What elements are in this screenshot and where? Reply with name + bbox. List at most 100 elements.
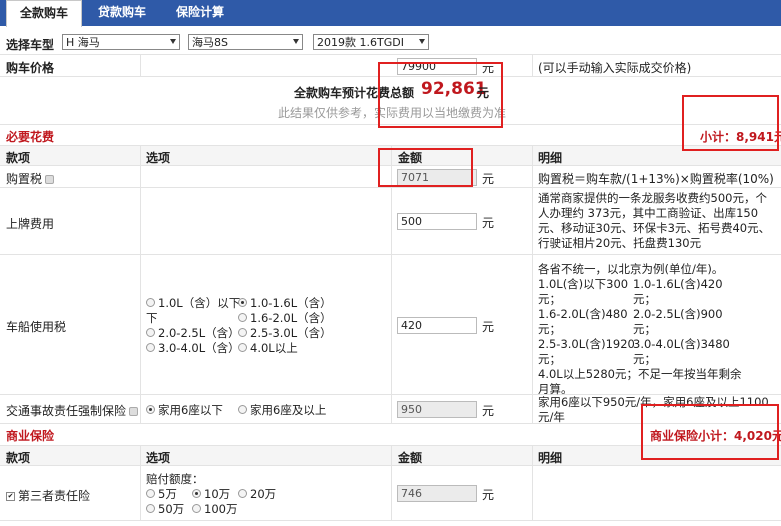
divider: [532, 166, 533, 187]
tab-loan[interactable]: 贷款购车: [86, 0, 158, 26]
coverage-options: 赔付额度： 5万 10万 20万 50万 100万: [146, 472, 386, 517]
vessel-tax-input[interactable]: [397, 317, 477, 334]
license-fee-row: 上牌费用 元 通常商家提供的一条龙服务收费约500元，个 人办理约 373元，其…: [0, 188, 781, 255]
option-seat-below-6[interactable]: 家用6座以下: [146, 402, 223, 418]
vessel-tax-detail: 各省不统一，以北京为例(单位/年)。 1.0L(含)以下300 1.0-1.6L(…: [538, 262, 778, 397]
purchase-tax-label: 购置税: [6, 170, 55, 187]
option-3-0-4-0[interactable]: 3.0-4.0L（含）: [146, 341, 240, 356]
third-party-label: 第三者责任险: [18, 489, 91, 503]
radio-icon: [192, 489, 201, 498]
detail-line: 元、移动证30元、环保卡3元、拓号费40元、: [538, 221, 771, 235]
third-party-input: [397, 485, 477, 502]
compulsory-insurance-input: [397, 401, 477, 418]
compulsory-insurance-label: 交通事故责任强制保险: [6, 402, 139, 419]
vessel-tax-row: 车船使用税 1.0L（含）以下 1.0-1.6L（含） 下 1.6-2.0L（含…: [0, 255, 781, 397]
divider: [532, 55, 533, 76]
option-1-0-1-6[interactable]: 1.0-1.6L（含）: [238, 296, 332, 311]
radio-icon: [238, 405, 247, 414]
tab-full-payment[interactable]: 全款购车: [6, 0, 82, 27]
chevron-down-icon: [419, 39, 425, 44]
tab-insurance-calc[interactable]: 保险计算: [164, 0, 236, 26]
option-2-5-3-0[interactable]: 2.5-3.0L（含）: [238, 326, 332, 341]
option-1-6-2-0[interactable]: 1.6-2.0L（含）: [238, 311, 332, 326]
required-section-title: 必要花费: [6, 130, 55, 144]
header-detail: 明细: [538, 151, 563, 165]
chevron-down-icon: [170, 39, 176, 44]
chevron-down-icon: [293, 39, 299, 44]
option-100w[interactable]: 100万: [192, 502, 237, 517]
option-4-0-above[interactable]: 4.0L以上: [238, 341, 298, 356]
divider: [391, 466, 392, 520]
header-item: 款项: [6, 151, 31, 165]
option-label: 4.0L以上: [250, 341, 298, 355]
option-seat-6-above[interactable]: 家用6座及以上: [238, 402, 326, 418]
purchase-tax-label-text: 购置税: [6, 172, 43, 186]
option-label: 家用6座以下: [158, 403, 223, 417]
option-label: 100万: [204, 502, 238, 516]
option-wrap-text: 下: [146, 311, 158, 325]
checkbox-checked-icon: ✔: [6, 492, 15, 501]
divider: [391, 255, 392, 394]
divider: [532, 255, 533, 394]
spec-select[interactable]: 2019款 1.6TGDI: [313, 34, 429, 50]
third-party-checkbox[interactable]: ✔ 第三者责任险: [6, 487, 90, 504]
divider: [140, 55, 141, 76]
option-label: 2.0-2.5L（含）: [158, 326, 240, 340]
displacement-options: 1.0L（含）以下 1.0-1.6L（含） 下 1.6-2.0L（含） 2.0-…: [146, 296, 346, 356]
option-1-0-below[interactable]: 1.0L（含）以下: [146, 296, 240, 311]
tab-bar: 全款购车 贷款购车 保险计算: [0, 0, 781, 27]
divider: [532, 146, 533, 165]
highlight-box-purchase-tax: [378, 148, 473, 187]
option-20w[interactable]: 20万: [238, 487, 276, 502]
divider: [532, 395, 533, 423]
divider: [391, 446, 392, 465]
divider: [140, 166, 141, 187]
detail-line: 通常商家提供的一条龙服务收费约500元，个: [538, 191, 767, 205]
detail-line: 4.0L以上5280元；不足一年按当年剩余: [538, 367, 742, 381]
option-10w[interactable]: 10万: [192, 487, 230, 502]
radio-icon: [146, 489, 155, 498]
detail-line: 人办理约 373元，其中工商验证、出库150: [538, 206, 759, 220]
info-icon[interactable]: [129, 407, 139, 416]
third-party-unit: 元: [482, 488, 495, 502]
detail-cell: 元；: [633, 352, 656, 366]
radio-icon: [146, 504, 155, 513]
option-label: 2.5-3.0L（含）: [250, 326, 332, 340]
license-fee-input[interactable]: [397, 213, 477, 230]
option-label: 20万: [250, 487, 277, 501]
detail-cell: 元；: [538, 322, 561, 336]
option-50w[interactable]: 50万: [146, 502, 184, 517]
select-model-label: 选择车型: [6, 38, 55, 52]
series-select-value: 海马8S: [192, 36, 228, 49]
divider: [140, 466, 141, 520]
option-label: 3.0-4.0L（含）: [158, 341, 240, 355]
header-item: 款项: [6, 451, 31, 465]
purchase-tax-detail: 购置税＝购车款/(1+13%)×购置税率(10%): [538, 172, 774, 186]
divider: [391, 188, 392, 254]
radio-icon: [192, 504, 201, 513]
spec-select-value: 2019款 1.6TGDI: [317, 36, 404, 49]
radio-icon: [146, 298, 155, 307]
radio-icon: [238, 489, 247, 498]
header-option: 选项: [146, 151, 171, 165]
highlight-box-commercial-subtotal: [641, 404, 779, 460]
divider: [140, 446, 141, 465]
header-option: 选项: [146, 451, 171, 465]
detail-title: 各省不统一，以北京为例(单位/年)。: [538, 262, 724, 276]
commercial-section-title: 商业保险: [6, 429, 55, 443]
option-2-0-2-5[interactable]: 2.0-2.5L（含）: [146, 326, 240, 341]
compulsory-insurance-label-text: 交通事故责任强制保险: [6, 404, 127, 418]
divider: [140, 255, 141, 394]
series-select[interactable]: 海马8S: [188, 34, 303, 50]
divider: [140, 146, 141, 165]
brand-select-value: H 海马: [66, 36, 100, 49]
option-label: 1.0-1.6L（含）: [250, 296, 332, 310]
divider: [532, 188, 533, 254]
detail-cell: 元；: [633, 322, 656, 336]
divider: [140, 395, 141, 423]
detail-cell: 元；: [633, 292, 656, 306]
info-icon[interactable]: [45, 175, 55, 184]
brand-select[interactable]: H 海马: [62, 34, 180, 50]
option-5w[interactable]: 5万: [146, 487, 177, 502]
option-label: 1.6-2.0L（含）: [250, 311, 332, 325]
